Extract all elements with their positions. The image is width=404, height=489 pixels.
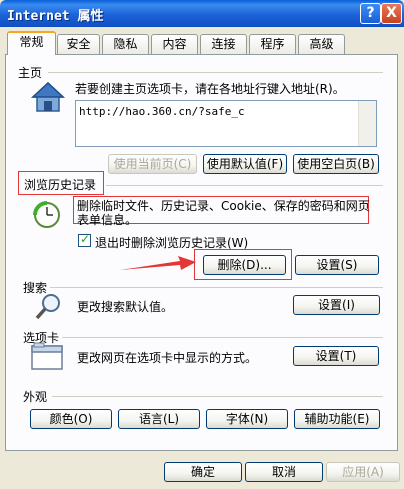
- apply-button[interactable]: 应用(A): [326, 462, 400, 482]
- delete-history-button[interactable]: 删除(D)...: [203, 255, 286, 275]
- use-default-button[interactable]: 使用默认值(F): [203, 154, 287, 174]
- help-button[interactable]: ?: [360, 3, 381, 24]
- history-description-line2: 表单信息。: [77, 213, 138, 227]
- appearance-group-label: 外观: [23, 390, 48, 404]
- group-divider: [62, 337, 383, 338]
- history-settings-button[interactable]: 设置(S): [295, 255, 379, 275]
- tab-advanced[interactable]: 高级: [298, 34, 345, 54]
- colors-button[interactable]: 颜色(O): [30, 409, 112, 429]
- tab-programs[interactable]: 程序: [249, 34, 296, 54]
- search-magnifier-icon: [35, 294, 60, 320]
- tab-security[interactable]: 安全: [57, 34, 100, 54]
- group-divider: [50, 287, 383, 288]
- homepage-url-field[interactable]: http://hao.360.cn/?safe_c: [75, 100, 377, 147]
- tabs-description: 更改网页在选项卡中显示的方式。: [77, 351, 258, 365]
- window-title: Internet 属性: [7, 9, 104, 24]
- delete-on-exit-checkbox[interactable]: ✓: [78, 232, 91, 247]
- tabs-settings-button[interactable]: 设置(T): [293, 346, 379, 366]
- tab-general[interactable]: 常规: [7, 31, 56, 55]
- fonts-button[interactable]: 字体(N): [206, 409, 288, 429]
- languages-button[interactable]: 语言(L): [118, 409, 200, 429]
- cancel-button[interactable]: 取消: [245, 462, 323, 482]
- tab-connections[interactable]: 连接: [200, 34, 247, 54]
- search-description: 更改搜索默认值。: [77, 300, 174, 314]
- homepage-group-label: 主页: [18, 66, 43, 80]
- use-blank-button[interactable]: 使用空白页(B): [293, 154, 379, 174]
- use-current-button[interactable]: 使用当前页(C): [108, 154, 197, 174]
- url-scrollbar[interactable]: [358, 101, 376, 146]
- tab-privacy[interactable]: 隐私: [102, 34, 149, 54]
- history-clock-icon: [33, 201, 60, 228]
- group-divider: [48, 72, 383, 73]
- search-settings-button[interactable]: 设置(I): [293, 295, 380, 315]
- group-divider: [106, 185, 383, 186]
- ok-button[interactable]: 确定: [164, 462, 242, 482]
- history-group-label: 浏览历史记录: [24, 178, 97, 192]
- accessibility-button[interactable]: 辅助功能(E): [294, 409, 380, 429]
- close-button[interactable]: X: [381, 3, 402, 24]
- homepage-description: 若要创建主页选项卡，请在各地址行键入地址(R)。: [75, 82, 345, 96]
- tabbed-window-icon: [31, 342, 63, 370]
- tab-content[interactable]: 内容: [151, 34, 198, 54]
- group-divider: [52, 396, 383, 397]
- house-icon: [31, 81, 65, 112]
- red-arrow-icon: [120, 256, 196, 270]
